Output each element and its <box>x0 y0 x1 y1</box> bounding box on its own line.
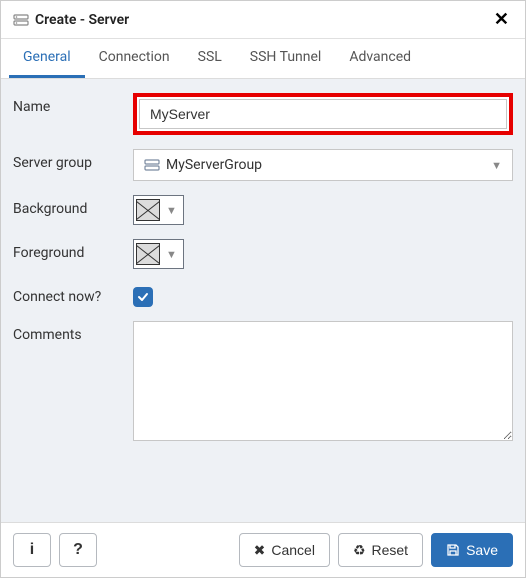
label-connect-now: Connect now? <box>13 283 133 305</box>
background-swatch <box>136 199 160 221</box>
row-name: Name <box>13 93 513 135</box>
server-group-icon <box>144 157 160 173</box>
label-comments: Comments <box>13 321 133 343</box>
foreground-color-picker[interactable]: ▼ <box>133 239 184 269</box>
row-connect-now: Connect now? <box>13 283 513 307</box>
save-icon <box>446 543 460 557</box>
connect-now-checkbox[interactable] <box>133 287 153 307</box>
cancel-button[interactable]: ✖ Cancel <box>239 533 330 567</box>
label-foreground: Foreground <box>13 239 133 261</box>
name-highlight <box>133 93 513 135</box>
close-button[interactable]: ✕ <box>490 9 513 30</box>
server-group-value: MyServerGroup <box>166 157 491 173</box>
close-icon: ✖ <box>254 542 266 559</box>
dialog-titlebar: Create - Server ✕ <box>1 1 525 39</box>
tab-ssl[interactable]: SSL <box>184 39 236 78</box>
save-button-label: Save <box>466 542 498 558</box>
reset-button[interactable]: ♻ Reset <box>338 533 423 567</box>
row-comments: Comments <box>13 321 513 445</box>
row-foreground: Foreground ▼ <box>13 239 513 269</box>
help-icon: ? <box>73 541 83 559</box>
label-server-group: Server group <box>13 149 133 171</box>
tabs: General Connection SSL SSH Tunnel Advanc… <box>1 39 525 79</box>
tab-ssh-tunnel[interactable]: SSH Tunnel <box>236 39 336 78</box>
server-group-select[interactable]: MyServerGroup ▼ <box>133 149 513 181</box>
tab-advanced[interactable]: Advanced <box>335 39 425 78</box>
tab-connection[interactable]: Connection <box>85 39 184 78</box>
cancel-button-label: Cancel <box>271 542 315 558</box>
recycle-icon: ♻ <box>353 542 366 559</box>
server-icon <box>13 12 29 28</box>
label-name: Name <box>13 93 133 115</box>
dialog-title: Create - Server <box>35 12 490 28</box>
name-input[interactable] <box>139 99 507 129</box>
info-button[interactable]: i <box>13 533 51 567</box>
dialog-body: Name Server group MyServerGroup <box>1 79 525 522</box>
reset-button-label: Reset <box>372 542 409 558</box>
create-server-dialog: Create - Server ✕ General Connection SSL… <box>0 0 526 578</box>
chevron-down-icon: ▼ <box>164 248 183 261</box>
row-background: Background ▼ <box>13 195 513 225</box>
check-icon <box>137 291 149 303</box>
comments-textarea[interactable] <box>133 321 513 441</box>
chevron-down-icon: ▼ <box>491 159 502 172</box>
tab-general[interactable]: General <box>9 39 85 78</box>
background-color-picker[interactable]: ▼ <box>133 195 184 225</box>
row-server-group: Server group MyServerGroup ▼ <box>13 149 513 181</box>
info-icon: i <box>30 541 34 559</box>
chevron-down-icon: ▼ <box>164 204 183 217</box>
help-button[interactable]: ? <box>59 533 97 567</box>
label-background: Background <box>13 195 133 217</box>
dialog-footer: i ? ✖ Cancel ♻ Reset Save <box>1 522 525 577</box>
foreground-swatch <box>136 243 160 265</box>
save-button[interactable]: Save <box>431 533 513 567</box>
